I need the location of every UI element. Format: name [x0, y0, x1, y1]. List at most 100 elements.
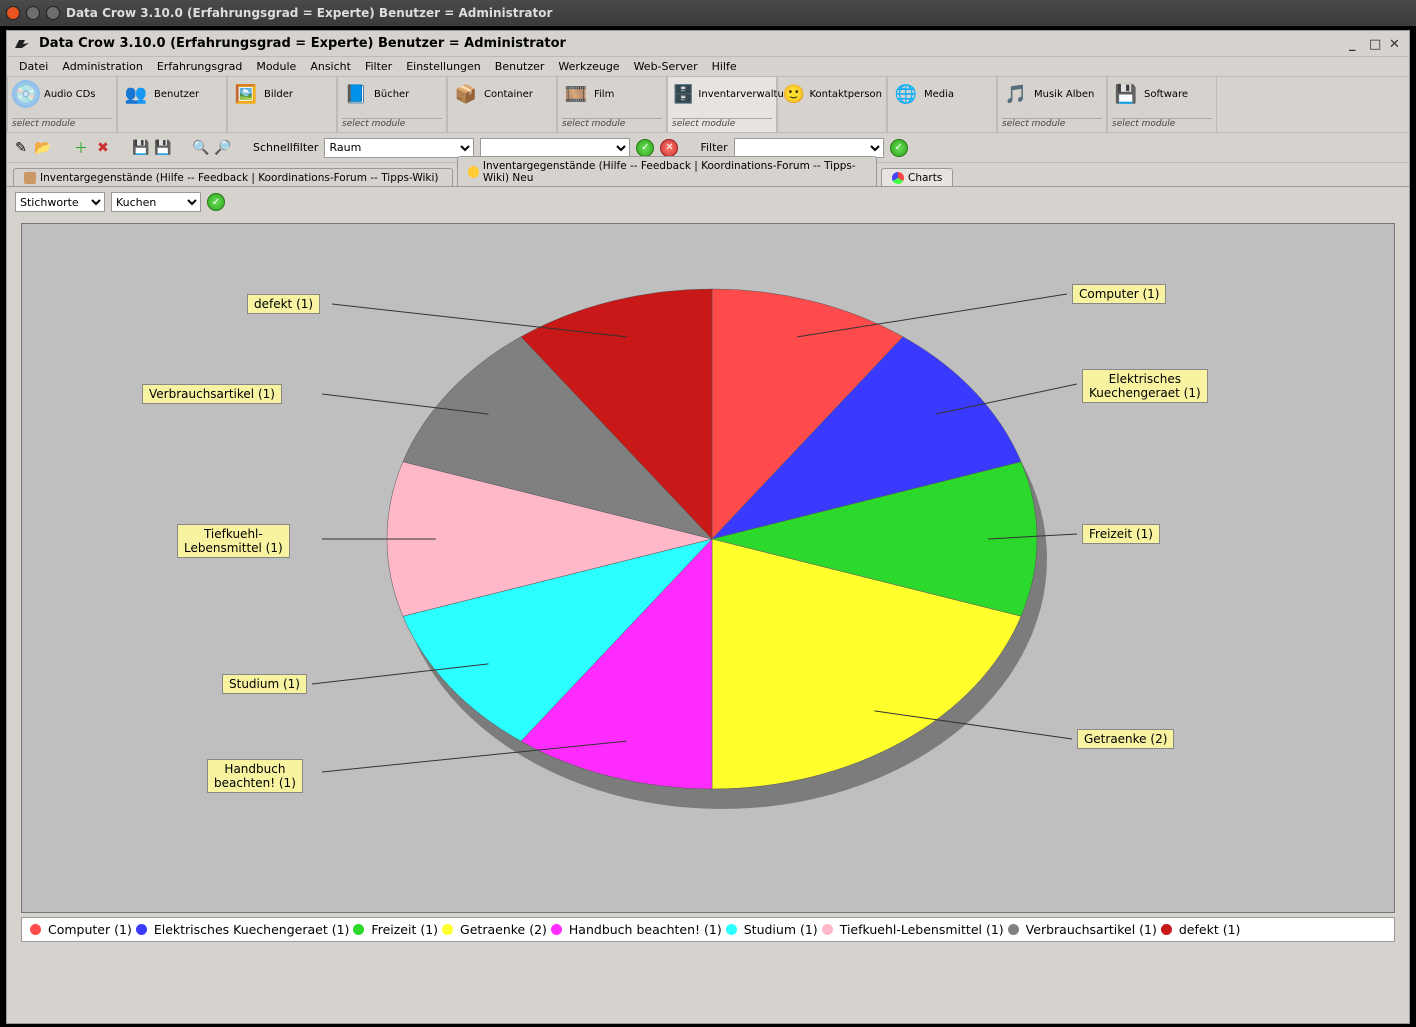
legend-label: Getraenke (2) — [460, 922, 547, 937]
media-icon: 🌐 — [892, 80, 920, 108]
module-label: Musik Alben — [1034, 89, 1094, 100]
menu-module[interactable]: Module — [250, 58, 302, 75]
module-benutzer[interactable]: 👥 Benutzer — [117, 77, 227, 132]
quickfilter-label: Schnellfilter — [253, 141, 318, 154]
select-module-label[interactable]: select module — [672, 118, 772, 129]
filter-apply-button[interactable]: ✓ — [890, 139, 908, 157]
select-module-label[interactable]: select module — [342, 118, 442, 129]
app-titlebar: Data Crow 3.10.0 (Erfahrungsgrad = Exper… — [7, 31, 1409, 57]
module-film[interactable]: 🎞️Film select module — [557, 77, 667, 132]
legend-label: Tiefkuehl-Lebensmittel (1) — [840, 922, 1004, 937]
module-inventar[interactable]: 🗄️Inventarverwaltung select module — [667, 77, 777, 132]
add-icon[interactable]: ＋ — [73, 140, 89, 156]
legend-label: Computer (1) — [48, 922, 132, 937]
menu-einstellungen[interactable]: Einstellungen — [400, 58, 487, 75]
os-close-button[interactable] — [6, 6, 20, 20]
tab-label: Charts — [908, 172, 942, 184]
close-button[interactable]: ✕ — [1389, 37, 1403, 51]
module-container[interactable]: 📦 Container — [447, 77, 557, 132]
pictures-icon: 🖼️ — [232, 80, 260, 108]
tab-label: Inventargegenstände (Hilfe -- Feedback |… — [40, 172, 439, 184]
select-module-label[interactable]: select module — [1112, 118, 1212, 129]
save-all-icon[interactable]: 💾 — [155, 140, 171, 156]
filter-label: Filter — [700, 141, 727, 154]
slice-label-defekt: defekt (1) — [247, 294, 320, 314]
module-label: Bilder — [264, 89, 293, 100]
menubar: Datei Administration Erfahrungsgrad Modu… — [7, 57, 1409, 77]
quickfilter-value-select[interactable] — [480, 138, 630, 158]
legend-swatch — [1008, 924, 1019, 935]
film-icon: 🎞️ — [562, 80, 590, 108]
select-module-label[interactable]: select module — [1002, 118, 1102, 129]
module-audio-cds[interactable]: 💿Audio CDs select module — [7, 77, 117, 132]
legend-swatch — [136, 924, 147, 935]
legend-label: Elektrisches Kuechengeraet (1) — [154, 922, 350, 937]
legend-label: Freizeit (1) — [371, 922, 438, 937]
book-icon: 📘 — [342, 80, 370, 108]
chart-legend: Computer (1) Elektrisches Kuechengeraet … — [21, 917, 1395, 942]
contact-icon: 🙂 — [782, 80, 805, 108]
tab-inventory[interactable]: Inventargegenstände (Hilfe -- Feedback |… — [13, 168, 453, 186]
maximize-button[interactable]: □ — [1369, 37, 1383, 51]
slice-label-freizeit: Freizeit (1) — [1082, 524, 1160, 544]
menu-werkzeuge[interactable]: Werkzeuge — [552, 58, 625, 75]
software-icon: 💾 — [1112, 80, 1140, 108]
tab-charts[interactable]: Charts — [881, 168, 953, 186]
module-toolbar: 💿Audio CDs select module 👥 Benutzer 🖼️ Bil… — [7, 77, 1409, 133]
menu-erfahrungsgrad[interactable]: Erfahrungsgrad — [151, 58, 248, 75]
legend-swatch — [726, 924, 737, 935]
menu-filter[interactable]: Filter — [359, 58, 398, 75]
module-label: Audio CDs — [44, 89, 96, 100]
quickfilter-apply-button[interactable]: ✓ — [636, 139, 654, 157]
module-label: Kontaktperson — [809, 89, 882, 100]
minimize-button[interactable]: _ — [1349, 37, 1363, 51]
slice-label-verbrauch: Verbrauchsartikel (1) — [142, 384, 282, 404]
legend-swatch — [551, 924, 562, 935]
menu-ansicht[interactable]: Ansicht — [304, 58, 357, 75]
box-icon: 📦 — [452, 80, 480, 108]
chart-generate-button[interactable]: ✓ — [207, 193, 225, 211]
os-minimize-button[interactable] — [26, 6, 40, 20]
save-icon[interactable]: 💾 — [133, 140, 149, 156]
chart-icon — [892, 172, 904, 184]
module-label: Software — [1144, 89, 1188, 100]
module-kontakt[interactable]: 🙂 Kontaktperson — [777, 77, 887, 132]
star-icon — [468, 166, 479, 178]
chart-type-select[interactable]: Kuchen — [111, 192, 201, 212]
chart-area: Computer (1) Elektrisches Kuechengeraet … — [21, 223, 1395, 913]
module-musik[interactable]: 🎵Musik Alben select module — [997, 77, 1107, 132]
module-label: Container — [484, 89, 533, 100]
module-label: Bücher — [374, 89, 409, 100]
slice-label-studium: Studium (1) — [222, 674, 307, 694]
legend-label: Verbrauchsartikel (1) — [1026, 922, 1157, 937]
os-maximize-button[interactable] — [46, 6, 60, 20]
quickfilter-clear-button[interactable]: ✕ — [660, 139, 678, 157]
menu-administration[interactable]: Administration — [56, 58, 149, 75]
wand-icon[interactable]: ✎ — [13, 140, 29, 156]
module-label: Benutzer — [154, 89, 199, 100]
open-folder-icon[interactable]: 📂 — [35, 140, 51, 156]
select-module-label[interactable]: select module — [562, 118, 662, 129]
zoom-out-icon[interactable]: 🔎 — [215, 140, 231, 156]
module-bilder[interactable]: 🖼️ Bilder — [227, 77, 337, 132]
delete-icon[interactable]: ✖ — [95, 140, 111, 156]
menu-webserver[interactable]: Web-Server — [628, 58, 704, 75]
menu-hilfe[interactable]: Hilfe — [706, 58, 743, 75]
chart-field-select[interactable]: Stichworte — [15, 192, 105, 212]
module-media[interactable]: 🌐Media — [887, 77, 997, 132]
legend-swatch — [442, 924, 453, 935]
module-software[interactable]: 💾 Software select module — [1107, 77, 1217, 132]
zoom-in-icon[interactable]: 🔍 — [193, 140, 209, 156]
menu-datei[interactable]: Datei — [13, 58, 54, 75]
tab-inventory-new[interactable]: Inventargegenstände (Hilfe -- Feedback |… — [457, 156, 877, 186]
legend-swatch — [822, 924, 833, 935]
users-icon: 👥 — [122, 80, 150, 108]
select-module-label[interactable]: select module — [12, 118, 112, 129]
filter-select[interactable] — [734, 138, 884, 158]
menu-benutzer[interactable]: Benutzer — [489, 58, 551, 75]
legend-label: defekt (1) — [1179, 922, 1241, 937]
legend-label: Handbuch beachten! (1) — [569, 922, 722, 937]
module-buecher[interactable]: 📘 Bücher select module — [337, 77, 447, 132]
app-icon — [13, 34, 33, 54]
quickfilter-field-select[interactable]: Raum — [324, 138, 474, 158]
